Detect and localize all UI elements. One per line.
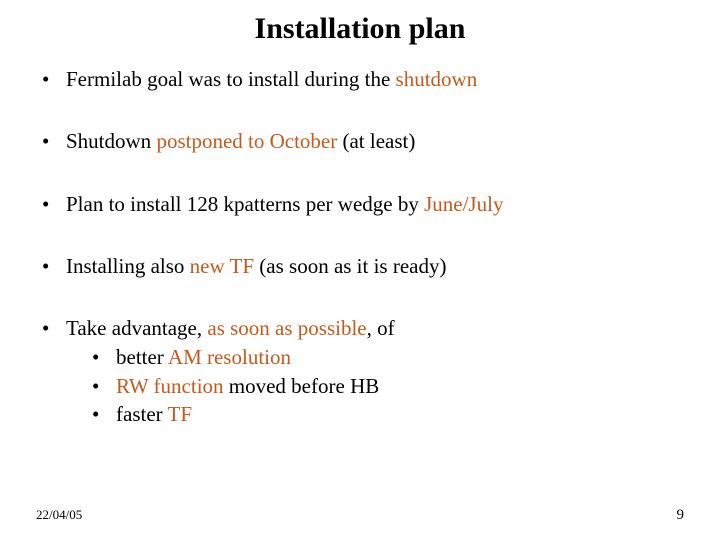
- highlight-text: AM resolution: [168, 345, 291, 369]
- text: , of: [367, 316, 395, 340]
- text: Installing also: [66, 254, 190, 278]
- sub-bullet-list: better AM resolution RW function moved b…: [66, 343, 684, 428]
- sub-bullet-2: RW function moved before HB: [90, 372, 684, 400]
- text: moved before HB: [224, 374, 380, 398]
- footer-date: 22/04/05: [36, 507, 82, 523]
- text: better: [116, 345, 168, 369]
- text: Shutdown: [66, 129, 156, 153]
- highlight-text: as soon as possible: [207, 316, 366, 340]
- text: (as soon as it is ready): [254, 254, 446, 278]
- bullet-item-5: Take advantage, as soon as possible, of …: [40, 315, 684, 428]
- highlight-text: TF: [168, 402, 193, 426]
- highlight-text: shutdown: [396, 67, 478, 91]
- highlight-text: RW function: [116, 374, 224, 398]
- text: Plan to install 128 kpatterns per wedge …: [66, 192, 424, 216]
- slide-title: Installation plan: [36, 12, 684, 46]
- bullet-item-3: Plan to install 128 kpatterns per wedge …: [40, 191, 684, 217]
- bullet-list: Fermilab goal was to install during the …: [36, 66, 684, 428]
- highlight-text: new TF: [190, 254, 254, 278]
- text: Take advantage,: [66, 316, 207, 340]
- bullet-item-1: Fermilab goal was to install during the …: [40, 66, 684, 92]
- text: Fermilab goal was to install during the: [66, 67, 396, 91]
- text: (at least): [337, 129, 415, 153]
- text: faster: [116, 402, 168, 426]
- highlight-text: postponed to October: [156, 129, 337, 153]
- highlight-text: June/July: [424, 192, 503, 216]
- sub-bullet-3: faster TF: [90, 400, 684, 428]
- bullet-item-2: Shutdown postponed to October (at least): [40, 128, 684, 154]
- footer: 22/04/05 9: [36, 507, 684, 524]
- sub-bullet-1: better AM resolution: [90, 343, 684, 371]
- slide: Installation plan Fermilab goal was to i…: [0, 0, 720, 540]
- page-number: 9: [677, 507, 685, 524]
- bullet-item-4: Installing also new TF (as soon as it is…: [40, 253, 684, 279]
